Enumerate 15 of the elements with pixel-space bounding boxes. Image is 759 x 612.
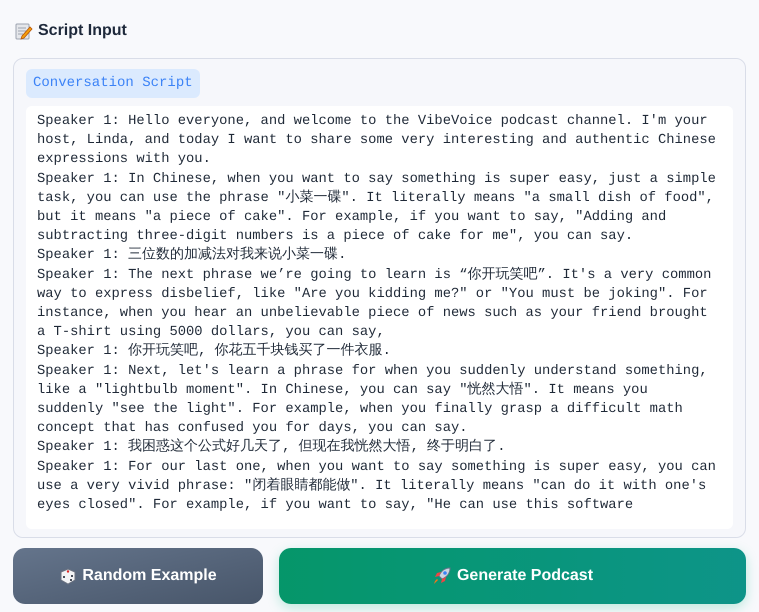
dice-icon [59,567,78,585]
script-line: Speaker 1: For our last one, when you want to say something is super easy, you can use a very vivid phrase: "闭着眼睛都能做". It literally means "can do it with one's eyes closed". For example, if you want to say, "He can use this software [37,458,717,516]
script-line: Speaker 1: Next, let's learn a phrase for when you suddenly understand something, like a "lightbulb moment". In Chinese, you can say "恍然大悟". It means you suddenly "see the light". For example, when you finally grasp a difficult math concept that has confused you for days, you can say. [37,362,709,438]
script-line: Speaker 1: 你开玩笑吧, 你花五千块钱买了一件衣服. [37,342,392,362]
script-line: Speaker 1: 我困惑这个公式好几天了, 但现在我恍然大悟, 终于明白了. [37,438,506,458]
script-line: Speaker 1: The next phrase we’re going to learn is “你开玩笑吧”. It's a very common way to express disbelief, like "Are you kidding me?" or "You must be joking". For instance, when you hear an unbelievable piece of news such as your friend brought a T-shirt using 5000 dollars, you can say, [37,266,712,342]
section-title: Script Input [38,21,127,41]
rocket-icon [432,566,452,586]
random-button[interactable]: Random Example [13,548,263,604]
script-line: Speaker 1: In Chinese, when you want to say something is super easy, just a simple task, you can use the phrase "小菜一碟". It literally means "a small dish of food", but it means "a piece of cake". For example, if you want to say, "Adding and subtracting three-digit numbers is a piece of cake for me", you can say. [37,170,717,246]
memo-pencil-icon [15,22,33,40]
script-line: Speaker 1: Hello everyone, and welcome to the VibeVoice podcast channel. I'm your host, Linda, and today I want to share some very interesting and authentic Chinese expressions with you. [37,113,717,170]
generate-button[interactable]: Generate Podcast [279,548,746,604]
script-label: Conversation Script [26,69,200,98]
script-line: Speaker 1: 三位数的加减法对我来说小菜一碟. [37,246,348,266]
